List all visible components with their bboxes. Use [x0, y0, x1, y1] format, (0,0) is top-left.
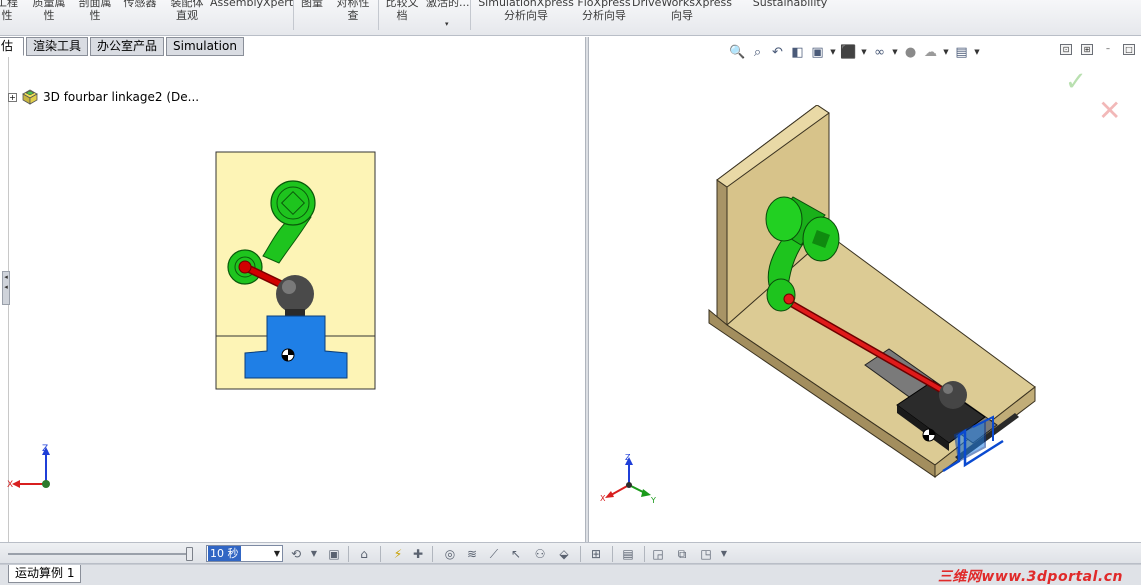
axis-x-label: X — [600, 494, 606, 503]
results-and-plots-icon[interactable]: ⊞ — [588, 546, 604, 562]
ribbon-sensor[interactable]: 传感器 — [120, 0, 160, 9]
motion-manager-toolbar: 10 秒 ▼ ⟲ ▼ ▣ ⌂ ⚡ ✚ ◎ ≋ ⟋ ↖ ⚇ ⬙ ⊞ ▤ ◲ ⧉ ◳… — [0, 542, 1141, 564]
ribbon-floxpress[interactable]: FloXpress 分析向导 — [574, 0, 634, 22]
minimize-window-icon[interactable]: – — [1102, 44, 1114, 55]
coordinate-triad: Z X — [7, 444, 50, 490]
feature-tree-root[interactable]: + 3D fourbar linkage2 (De... — [8, 89, 199, 105]
force-icon[interactable]: ↖ — [508, 546, 524, 562]
zoom-to-fit-icon[interactable]: 🔍 — [729, 44, 746, 61]
axis-x-label: X — [7, 480, 13, 490]
ribbon-sustainability[interactable]: Sustainability — [748, 0, 832, 9]
panel-collapse-handle[interactable]: ◂ ◂ — [2, 271, 10, 305]
toolbar-separator — [432, 546, 433, 562]
section-view-icon[interactable]: ◧ — [789, 44, 806, 61]
contact-icon[interactable]: ⚇ — [532, 546, 548, 562]
right-viewport[interactable]: 🔍 ⌕ ↶ ◧ ▣ ▼ ⬛ ▼ ∞ ▼ ● ☁ ▼ ▤ ▼ ⊡ ⊞ – □ ✓ … — [589, 37, 1141, 542]
axis-z-label: Z — [625, 453, 631, 462]
tab-evaluate[interactable]: 估 — [0, 37, 24, 56]
chevron-down-icon[interactable]: ▼ — [829, 48, 837, 56]
toolbar-separator — [380, 546, 381, 562]
spring-icon[interactable]: ≋ — [464, 546, 480, 562]
previous-view-icon[interactable]: ↶ — [769, 44, 786, 61]
axis-z-label: Z — [42, 444, 48, 454]
axis-y-label: Y — [650, 496, 656, 505]
toolbar-separator — [580, 546, 581, 562]
ribbon-separator — [470, 0, 471, 30]
toolbar-separator — [644, 546, 645, 562]
ribbon-simulationxpress[interactable]: SimulationXpress 分析向导 — [474, 0, 578, 22]
new-study-icon[interactable]: ◳ — [698, 546, 714, 562]
ribbon-symmetry-check[interactable]: 对称性查 — [330, 0, 376, 22]
motion-study-properties-icon[interactable]: ▤ — [620, 546, 636, 562]
motion-study-tabs: 运动算例 1 三维网www.3dportal.cn — [0, 564, 1141, 585]
viewport-window-controls: ⊡ ⊞ – □ — [1060, 44, 1135, 55]
playback-mode-icon[interactable]: ⟲ — [288, 546, 304, 562]
tab-simulation[interactable]: Simulation — [166, 37, 244, 56]
playback-time-value: 10 秒 — [208, 546, 241, 561]
zoom-to-area-icon[interactable]: ⌕ — [749, 44, 766, 61]
apply-scene-icon[interactable]: ☁ — [922, 44, 939, 61]
expand-icon[interactable]: + — [8, 92, 17, 102]
chevron-down-icon[interactable]: ▾ — [445, 20, 449, 28]
hide-show-items-icon[interactable]: ∞ — [871, 44, 888, 61]
left-viewport[interactable]: ◂ ◂ + 3D fourbar linkage2 (De... Z X — [0, 57, 585, 542]
chevron-down-icon[interactable]: ▼ — [942, 48, 950, 56]
ribbon-activated[interactable]: 激活的... — [426, 0, 470, 9]
chevron-down-icon[interactable]: ▼ — [306, 546, 322, 562]
isometric-model-view[interactable] — [697, 105, 1042, 480]
chevron-down-icon[interactable]: ▼ — [973, 48, 981, 56]
ribbon-separator — [378, 0, 379, 30]
collapse-motionmanager-icon[interactable]: ◲ — [650, 546, 666, 562]
coordinate-triad: Z X Y — [600, 453, 656, 505]
assembly-icon — [22, 89, 38, 105]
restore-window-icon[interactable]: ⊞ — [1081, 44, 1093, 55]
chevron-down-icon[interactable]: ▼ — [716, 546, 732, 562]
feature-tree-root-label: 3D fourbar linkage2 (De... — [43, 90, 200, 104]
ribbon-separator — [293, 0, 294, 30]
chevron-down-icon[interactable]: ▼ — [891, 48, 899, 56]
ribbon-assemblyxpert[interactable]: AssemblyXpert — [210, 0, 293, 9]
toolbar-separator — [348, 546, 349, 562]
front-view-model[interactable] — [215, 151, 377, 391]
animation-wizard-icon[interactable]: ⌂ — [356, 546, 372, 562]
copy-study-icon[interactable]: ⧉ — [674, 546, 690, 562]
watermark-text: 三维网www.3dportal.cn — [937, 569, 1123, 585]
autokey-icon[interactable]: ⚡ — [390, 546, 406, 562]
chevron-down-icon[interactable]: ▼ — [274, 546, 280, 561]
ribbon-compare-documents[interactable]: 比较文档 — [382, 0, 422, 22]
tab-motion-study-1[interactable]: 运动算例 1 — [8, 565, 82, 583]
command-ribbon: 工程性 质量属性 剖面属性 传感器 装配体直观 AssemblyXpert 图量… — [0, 0, 1141, 36]
tab-office-products[interactable]: 办公室产品 — [90, 37, 165, 56]
maximize-window-icon[interactable]: □ — [1123, 44, 1135, 55]
tab-render-tools[interactable]: 渲染工具 — [26, 37, 89, 56]
playback-time-select[interactable]: 10 秒 ▼ — [206, 545, 283, 562]
confirm-ok-icon[interactable]: ✓ — [1065, 69, 1087, 95]
commandmanager-tabs: 估 渲染工具 办公室产品 Simulation — [0, 37, 588, 57]
timeline-slider-track[interactable] — [8, 553, 193, 555]
toolbar-separator — [612, 546, 613, 562]
ribbon-driveworksxpress[interactable]: DriveWorksXpress 向导 — [632, 0, 732, 22]
ribbon-assembly-visualization[interactable]: 装配体 直观 — [166, 0, 208, 22]
edit-appearance-icon[interactable]: ● — [902, 44, 919, 61]
ribbon-mass-properties[interactable]: 质量属性 — [28, 0, 70, 22]
ribbon-item-7[interactable]: 图量 — [298, 0, 326, 9]
motor-icon[interactable]: ◎ — [442, 546, 458, 562]
gravity-icon[interactable]: ⬙ — [556, 546, 572, 562]
view-orientation-icon[interactable]: ▣ — [809, 44, 826, 61]
ribbon-section-properties[interactable]: 剖面属性 — [74, 0, 116, 22]
display-style-icon[interactable]: ⬛ — [840, 44, 857, 61]
heads-up-view-toolbar: 🔍 ⌕ ↶ ◧ ▣ ▼ ⬛ ▼ ∞ ▼ ● ☁ ▼ ▤ ▼ — [729, 42, 981, 62]
tile-window-icon[interactable]: ⊡ — [1060, 44, 1072, 55]
ribbon-item-1[interactable]: 工程性 — [0, 0, 20, 22]
view-settings-icon[interactable]: ▤ — [953, 44, 970, 61]
chevron-down-icon[interactable]: ▼ — [860, 48, 868, 56]
add-key-icon[interactable]: ✚ — [410, 546, 426, 562]
damper-icon[interactable]: ⟋ — [486, 546, 502, 562]
save-animation-icon[interactable]: ▣ — [326, 546, 342, 562]
confirm-cancel-icon[interactable]: ✕ — [1098, 97, 1121, 125]
timeline-slider-thumb[interactable] — [186, 547, 193, 561]
